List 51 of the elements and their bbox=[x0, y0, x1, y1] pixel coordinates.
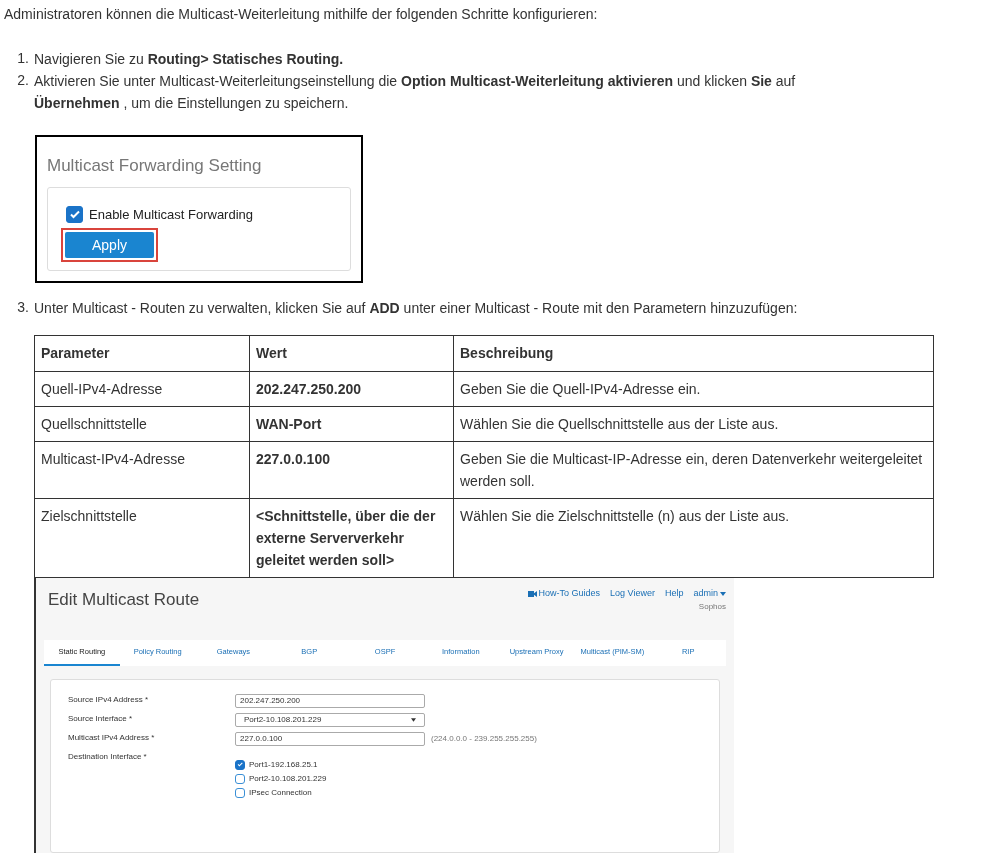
video-camera-icon bbox=[527, 590, 537, 597]
organization-name: Sophos bbox=[698, 600, 726, 613]
step-number: 2. bbox=[16, 71, 30, 90]
range-hint: (224.0.0.0 - 239.255.255.255) bbox=[431, 732, 537, 745]
field-label: Source Interface * bbox=[68, 712, 134, 725]
table-cell: Zielschnittstelle bbox=[34, 498, 250, 578]
panel-title: Multicast Forwarding Setting bbox=[47, 155, 263, 177]
step-text: Aktivieren Sie unter Multicast-Weiterleitungseinstellung die Option Multicast-Weiterleitung aktivieren und klicken Sie auf Übernehmen , um die Einstellungen zu speichern. bbox=[34, 72, 797, 113]
table-cell: <Schnittstelle, über die der externe Serververkehr geleitet werden soll> bbox=[249, 498, 454, 578]
field-label: Source IPv4 Address * bbox=[68, 693, 150, 706]
table-cell: Wählen Sie die Quellschnittstelle aus der Liste aus. bbox=[453, 406, 934, 442]
checkbox-label: Enable Multicast Forwarding bbox=[89, 205, 254, 224]
checkbox[interactable] bbox=[235, 787, 245, 798]
user-menu[interactable]: admin bbox=[693, 587, 726, 601]
apply-button[interactable]: Apply bbox=[65, 232, 154, 258]
table-cell: Wählen Sie die Zielschnittstelle (n) aus der Liste aus. bbox=[453, 498, 934, 578]
table-cell: WAN-Port bbox=[249, 406, 454, 442]
checkbox[interactable] bbox=[235, 759, 245, 770]
table-cell: Quell-IPv4-Adresse bbox=[34, 371, 250, 407]
column-header: Parameter bbox=[34, 335, 250, 372]
field-label: Multicast IPv4 Address * bbox=[68, 731, 156, 744]
select-field[interactable]: Port2-10.108.201.229 bbox=[235, 712, 425, 727]
table-cell: Multicast-IPv4-Adresse bbox=[34, 441, 250, 499]
input-field[interactable]: 202.247.250.200 bbox=[235, 693, 425, 708]
input-field[interactable]: 227.0.0.100 bbox=[235, 731, 425, 746]
table-cell: Geben Sie die Multicast-IP-Adresse ein, deren Datenverkehr weitergeleitet werden soll. bbox=[453, 441, 934, 499]
column-header: Beschreibung bbox=[453, 335, 934, 372]
intro-text: Administratoren können die Multicast-Weiterleitung mithilfe der folgenden Schritte konfigurieren: bbox=[3, 5, 599, 24]
checkbox-label: Port2-10.108.201.229 bbox=[249, 772, 327, 785]
step-text: Unter Multicast - Routen zu verwalten, klicken Sie auf ADD unter einer Multicast - Route mit den Parametern hinzuzufügen: bbox=[34, 299, 798, 318]
step-number: 1. bbox=[16, 49, 30, 68]
checkbox-label: IPsec Connection bbox=[249, 786, 312, 799]
caret-icon bbox=[411, 717, 416, 722]
header-link[interactable]: Help bbox=[664, 587, 684, 601]
caret-icon bbox=[720, 591, 726, 596]
checkbox[interactable] bbox=[235, 773, 245, 784]
checkbox[interactable] bbox=[66, 205, 83, 223]
table-cell: 227.0.0.100 bbox=[249, 441, 454, 499]
checkbox-label: Port1-192.168.25.1 bbox=[249, 758, 318, 771]
step-number: 3. bbox=[16, 298, 30, 317]
table-cell: 202.247.250.200 bbox=[249, 371, 454, 407]
table-cell: Quellschnittstelle bbox=[34, 406, 250, 442]
header-link[interactable]: Log Viewer bbox=[610, 587, 655, 601]
table-cell: Geben Sie die Quell-IPv4-Adresse ein. bbox=[453, 371, 934, 407]
column-header: Wert bbox=[249, 335, 454, 372]
check-icon bbox=[68, 208, 81, 221]
field-label: Destination Interface * bbox=[68, 750, 148, 763]
check-icon bbox=[236, 761, 244, 768]
step-text: Navigieren Sie zu Routing> Statisches Routing. bbox=[34, 50, 344, 69]
header-link[interactable]: How-To Guides bbox=[538, 587, 601, 601]
page-title: Edit Multicast Route bbox=[48, 589, 200, 611]
